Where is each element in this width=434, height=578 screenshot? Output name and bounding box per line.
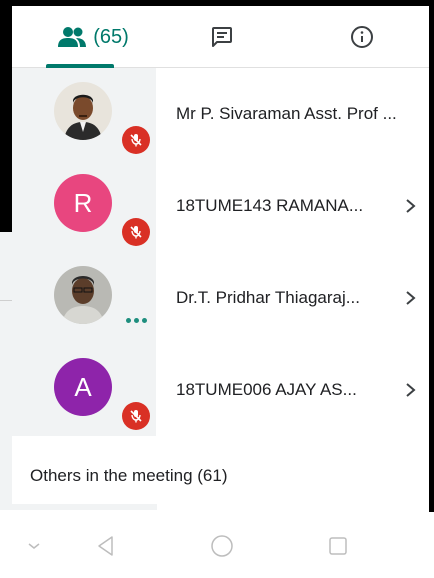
recents-button[interactable] xyxy=(324,532,352,560)
mic-off-badge xyxy=(122,402,150,430)
participant-name: Mr P. Sivaraman Asst. Prof ... xyxy=(176,104,397,123)
participant-row[interactable]: Mr P. Sivaraman Asst. Prof ... xyxy=(12,68,429,160)
avatar xyxy=(54,82,112,140)
collapse-chevron-icon xyxy=(28,543,40,549)
participant-name: 18TUME143 RAMANA... xyxy=(176,196,364,215)
participant-name: Dr.T. Pridhar Thiagaraj... xyxy=(176,288,360,307)
avatar xyxy=(54,266,112,324)
people-icon xyxy=(58,27,87,47)
tab-people[interactable]: (65) xyxy=(28,6,158,68)
participant-photo xyxy=(54,266,112,324)
chevron-right-icon[interactable] xyxy=(404,286,418,310)
people-panel: (65) Mr P. Sivaraman Asst. Prof ... R 18… xyxy=(12,6,429,510)
home-icon xyxy=(211,535,233,557)
tab-info[interactable] xyxy=(332,6,392,68)
mic-off-badge xyxy=(122,218,150,246)
participant-photo xyxy=(54,82,112,140)
next-row-peek xyxy=(12,504,157,510)
background-right-edge xyxy=(429,0,434,578)
others-in-meeting-label[interactable]: Others in the meeting (61) xyxy=(30,466,227,486)
avatar: A xyxy=(54,358,112,416)
chevron-right-icon[interactable] xyxy=(404,378,418,402)
back-icon xyxy=(98,536,113,556)
info-icon xyxy=(351,26,373,48)
tab-chat[interactable] xyxy=(192,6,252,68)
collapse-button[interactable] xyxy=(20,532,48,560)
background-separator xyxy=(0,300,12,301)
participant-row[interactable]: Dr.T. Pridhar Thiagaraj... xyxy=(12,252,429,344)
background-left-light xyxy=(0,232,12,510)
system-nav-bar xyxy=(0,512,434,578)
participant-row[interactable]: A 18TUME006 AJAY AS... xyxy=(12,344,429,436)
participant-row[interactable]: R 18TUME143 RAMANA... xyxy=(12,160,429,252)
mic-off-icon xyxy=(130,134,142,147)
chat-icon xyxy=(212,27,232,47)
avatar: R xyxy=(54,174,112,232)
home-button[interactable] xyxy=(208,532,236,560)
back-button[interactable] xyxy=(92,532,120,560)
participant-count: (65) xyxy=(93,25,129,48)
recents-icon xyxy=(329,537,347,555)
chevron-right-icon[interactable] xyxy=(404,194,418,218)
mic-off-badge xyxy=(122,126,150,154)
mic-off-icon xyxy=(130,226,142,239)
participant-name: 18TUME006 AJAY AS... xyxy=(176,380,357,399)
mic-off-icon xyxy=(130,410,142,423)
background-left-edge xyxy=(0,0,12,232)
more-dots-icon xyxy=(126,318,147,323)
tab-bar: (65) xyxy=(12,6,429,68)
